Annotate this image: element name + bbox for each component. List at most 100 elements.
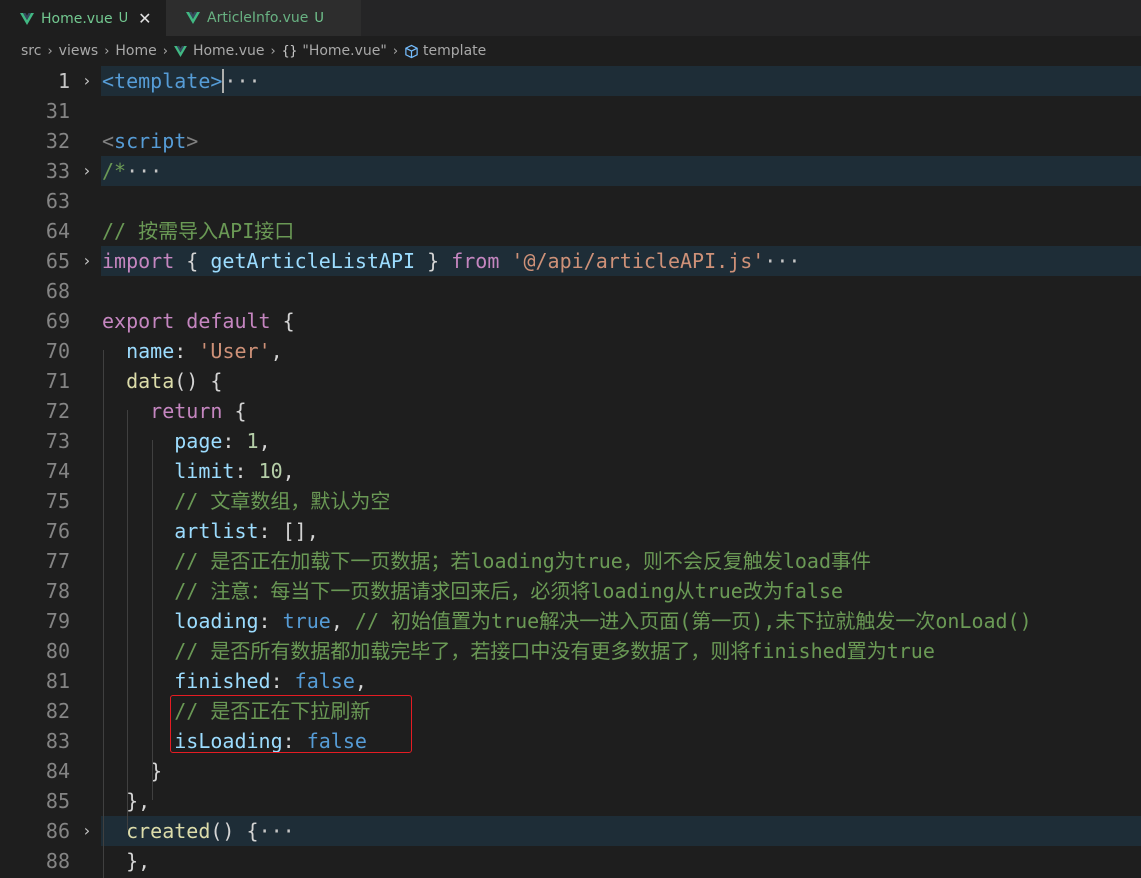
breadcrumb-item-src[interactable]: src	[21, 43, 41, 59]
code-token: true	[282, 609, 331, 633]
code-text: // 按需导入API接口	[102, 216, 294, 246]
breadcrumb-item-module[interactable]: "Home.vue"	[302, 43, 386, 59]
cube-icon	[405, 44, 418, 58]
code-line[interactable]: 79 loading: true, // 初始值置为true解决一进入页面(第一…	[0, 606, 1141, 636]
line-number: 65	[45, 249, 70, 273]
code-line[interactable]: 70 name: 'User',	[0, 336, 1141, 366]
code-token: ,	[258, 429, 271, 453]
code-line[interactable]: 71 data() {	[0, 366, 1141, 396]
breadcrumb-item-file[interactable]: Home.vue	[193, 43, 265, 59]
line-number: 80	[45, 639, 70, 663]
code-token: : [],	[258, 519, 319, 543]
code-line[interactable]: 80 // 是否所有数据都加载完毕了，若接口中没有更多数据了，则将finishe…	[0, 636, 1141, 666]
code-token: :	[270, 669, 295, 693]
code-line[interactable]: 63	[0, 186, 1141, 216]
chevron-right-icon: ›	[47, 43, 53, 59]
code-text: // 注意：每当下一页数据请求回来后，必须将loading从true改为fals…	[102, 576, 843, 606]
code-line[interactable]: 31	[0, 96, 1141, 126]
code-token: import	[102, 249, 175, 273]
code-line[interactable]: 75 // 文章数组，默认为空	[0, 486, 1141, 516]
line-number: 63	[45, 189, 70, 213]
code-line[interactable]: 32 <script>	[0, 126, 1141, 156]
code-token: {	[270, 309, 295, 333]
code-line[interactable]: 81 finished: false,	[0, 666, 1141, 696]
tab-label: Home.vue	[41, 10, 113, 27]
line-number: 84	[45, 759, 70, 783]
code-token: // 注意：每当下一页数据请求回来后，必须将loading从true改为fals…	[174, 579, 844, 603]
code-token: {	[174, 249, 211, 273]
code-line[interactable]: 74 limit: 10,	[0, 456, 1141, 486]
code-token: }	[102, 759, 163, 783]
code-line[interactable]: 76 artlist: [],	[0, 516, 1141, 546]
breadcrumb-item-home[interactable]: Home	[115, 43, 156, 59]
code-line[interactable]: 1 › <template> ···	[0, 66, 1141, 96]
code-line[interactable]: 73 page: 1,	[0, 426, 1141, 456]
code-token: 'User'	[198, 339, 271, 363]
code-line[interactable]: 88 },	[0, 846, 1141, 876]
code-line[interactable]: 72 return {	[0, 396, 1141, 426]
code-line[interactable]: 85 },	[0, 786, 1141, 816]
code-token: () {	[174, 369, 223, 393]
line-number: 32	[45, 129, 70, 153]
code-token: :	[258, 609, 283, 633]
annotation-highlight-box	[170, 695, 412, 753]
code-token: loading	[174, 609, 259, 633]
code-token: <	[102, 129, 115, 153]
breadcrumb-item-views[interactable]: views	[59, 43, 99, 59]
code-text: created() {···	[102, 816, 295, 846]
code-token: // 是否正在加载下一页数据；若loading为true，则不会反复触发load…	[174, 549, 871, 573]
code-token: :	[222, 429, 247, 453]
chevron-right-icon: ›	[270, 43, 276, 59]
breadcrumb-item-template[interactable]: template	[423, 43, 486, 59]
code-line[interactable]: 84 }	[0, 756, 1141, 786]
code-token: getArticleListAPI	[210, 249, 416, 273]
code-token: artlist	[174, 519, 259, 543]
code-text: },	[102, 846, 150, 876]
code-line[interactable]: 64 // 按需导入API接口	[0, 216, 1141, 246]
vue-file-icon	[186, 12, 200, 24]
code-line[interactable]: 68	[0, 276, 1141, 306]
code-token: // 是否所有数据都加载完毕了，若接口中没有更多数据了，则将finished置为…	[174, 639, 935, 663]
code-token: export	[102, 309, 175, 333]
code-token: ···	[258, 819, 295, 843]
code-line[interactable]: 77 // 是否正在加载下一页数据；若loading为true，则不会反复触发l…	[0, 546, 1141, 576]
indent-guide	[103, 350, 104, 878]
code-token: <template>	[102, 69, 223, 93]
line-number: 31	[45, 99, 70, 123]
code-token: 1	[246, 429, 259, 453]
code-token: ,	[354, 669, 367, 693]
fold-chevron-icon[interactable]: ›	[82, 816, 92, 846]
fold-chevron-icon[interactable]: ›	[82, 66, 92, 96]
code-token: :	[174, 339, 199, 363]
line-number: 33	[45, 159, 70, 183]
code-line[interactable]: 65 › import { getArticleListAPI } from '@/…	[0, 246, 1141, 276]
code-token: // 按需导入API接口	[102, 219, 295, 243]
code-line[interactable]: 78 // 注意：每当下一页数据请求回来后，必须将loading从true改为f…	[0, 576, 1141, 606]
fold-chevron-icon[interactable]: ›	[82, 156, 92, 186]
code-line[interactable]: 86 › created() {···	[0, 816, 1141, 846]
code-text: // 是否所有数据都加载完毕了，若接口中没有更多数据了，则将finished置为…	[102, 636, 935, 666]
code-token: }	[415, 249, 452, 273]
code-token: 10	[258, 459, 283, 483]
fold-chevron-icon[interactable]: ›	[82, 246, 92, 276]
code-token: ···	[764, 249, 801, 273]
code-line[interactable]: 69 export default {	[0, 306, 1141, 336]
code-text: return {	[102, 396, 246, 426]
code-token: script	[114, 129, 187, 153]
code-line[interactable]: 33 › /*···	[0, 156, 1141, 186]
code-editor[interactable]: 1 › <template> ··· 31 32 <script> 33 ›/*··· 63 64/…	[0, 66, 1141, 878]
tab-home-vue[interactable]: Home.vue U ✕	[0, 0, 166, 36]
close-icon[interactable]: ✕	[138, 9, 151, 28]
code-token: ···	[224, 69, 261, 93]
vue-file-icon	[174, 45, 187, 57]
line-number: 74	[45, 459, 70, 483]
chevron-right-icon: ›	[162, 43, 168, 59]
line-number: 83	[45, 729, 70, 753]
tab-articleinfo-vue[interactable]: ArticleInfo.vue U	[166, 0, 362, 36]
code-token: default	[186, 309, 271, 333]
